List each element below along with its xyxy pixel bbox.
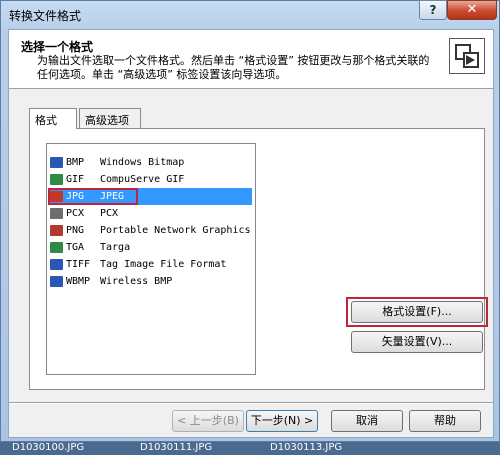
taskbar-file-2[interactable]: D1030111.JPG — [140, 442, 212, 453]
format-list-item[interactable]: PNG Portable Network Graphics — [48, 222, 252, 239]
vector-settings-button[interactable]: 矢量设置(V)... — [351, 331, 483, 353]
footer-separator — [9, 402, 493, 404]
wizard-header: 选择一个格式 为输出文件选取一个文件格式。然后单击 “格式设置” 按钮更改与那个… — [9, 30, 493, 89]
format-extension: PNG — [66, 225, 85, 236]
close-button[interactable]: ✕ — [447, 0, 497, 20]
back-button[interactable]: < 上一步(B) — [172, 410, 244, 432]
format-description: CompuServe GIF — [100, 174, 185, 185]
format-description: PCX — [100, 208, 119, 219]
format-description: Tag Image File Format — [100, 259, 227, 270]
image-file-icon — [50, 225, 63, 236]
taskbar-file-3[interactable]: D1030113.JPG — [270, 442, 342, 453]
format-extension: TIFF — [66, 259, 91, 270]
header-title: 选择一个格式 — [21, 40, 94, 54]
next-button[interactable]: 下一步(N) > — [246, 410, 318, 432]
format-description: Portable Network Graphics — [100, 225, 251, 236]
format-list-item[interactable]: WBMP Wireless BMP — [48, 273, 252, 290]
taskbar-file-1[interactable]: D1030100.JPG — [12, 442, 84, 453]
format-extension: TGA — [66, 242, 85, 253]
help-title-button[interactable]: ? — [419, 0, 447, 20]
format-extension: GIF — [66, 174, 85, 185]
format-list[interactable]: BMP Windows Bitmap GIF CompuServe GIF JPG JPE… — [46, 143, 256, 375]
window-title: 转换文件格式 — [9, 9, 82, 23]
help-button[interactable]: 帮助 — [409, 410, 481, 432]
format-list-item[interactable]: TIFF Tag Image File Format — [48, 256, 252, 273]
header-description: 为输出文件选取一个文件格式。然后单击 “格式设置” 按钮更改与那个格式关联的任何… — [37, 54, 430, 81]
convert-format-icon — [449, 38, 485, 74]
format-extension: BMP — [66, 157, 85, 168]
format-list-item[interactable]: TGA Targa — [48, 239, 252, 256]
taskbar-strip: D1030100.JPG D1030111.JPG D1030113.JPG — [0, 442, 500, 455]
title-bar[interactable]: 转换文件格式 ? ✕ — [1, 0, 500, 29]
dialog-body: 选择一个格式 为输出文件选取一个文件格式。然后单击 “格式设置” 按钮更改与那个… — [8, 29, 494, 438]
format-description: Windows Bitmap — [100, 157, 185, 168]
image-file-icon — [50, 276, 63, 287]
image-file-icon — [50, 208, 63, 219]
cancel-button[interactable]: 取消 — [331, 410, 403, 432]
format-list-item[interactable]: BMP Windows Bitmap — [48, 154, 252, 171]
format-extension: PCX — [66, 208, 85, 219]
tab-advanced-options[interactable]: 高级选项 — [79, 108, 141, 128]
format-list-item[interactable]: PCX PCX — [48, 205, 252, 222]
format-extension: WBMP — [66, 276, 91, 287]
format-description: Targa — [100, 242, 131, 253]
dialog-window: 转换文件格式 ? ✕ 选择一个格式 为输出文件选取一个文件格式。然后单击 “格式… — [0, 0, 500, 442]
tab-format[interactable]: 格式 — [29, 108, 77, 129]
format-description: Wireless BMP — [100, 276, 173, 287]
image-file-icon — [50, 242, 63, 253]
format-list-item[interactable]: GIF CompuServe GIF — [48, 171, 252, 188]
format-settings-highlight-box — [346, 297, 488, 327]
image-file-icon — [50, 157, 63, 168]
image-file-icon — [50, 174, 63, 185]
selected-format-highlight — [48, 188, 138, 205]
image-file-icon — [50, 259, 63, 270]
